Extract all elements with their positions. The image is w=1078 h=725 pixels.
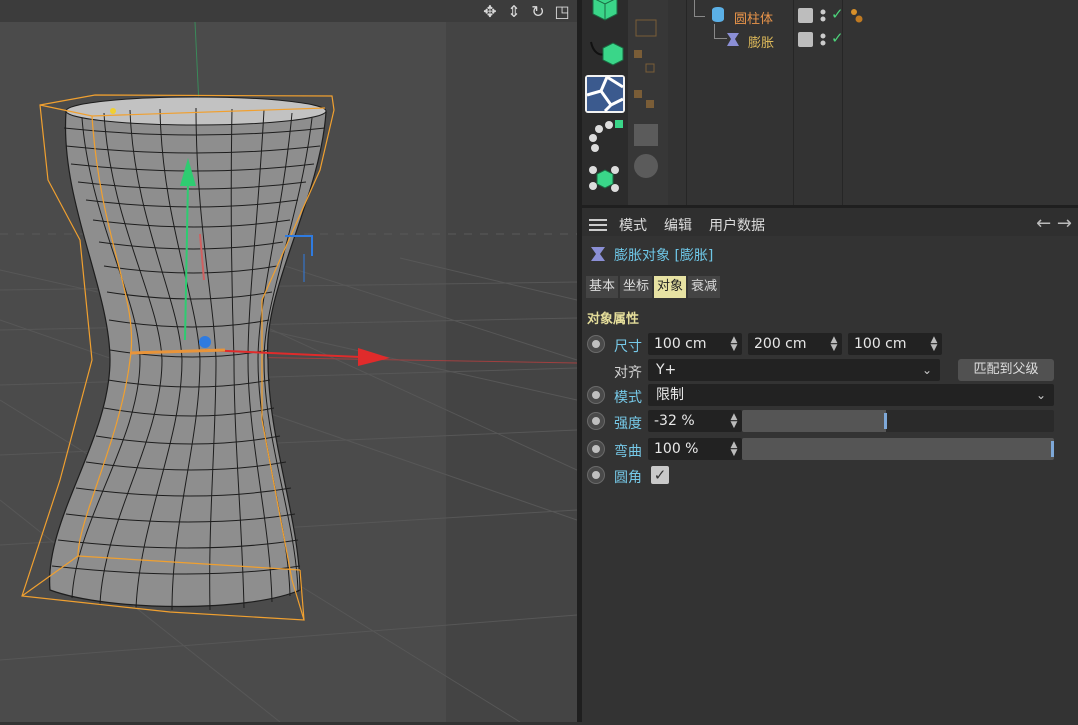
- strength-slider[interactable]: [742, 410, 1054, 432]
- stepper-icon: ▲ ▼: [730, 440, 738, 458]
- spline-cube-icon[interactable]: [585, 32, 625, 70]
- bulge-handle[interactable]: [110, 108, 116, 114]
- strength-slider-knob[interactable]: [884, 413, 887, 429]
- stepper-icon: ▲ ▼: [830, 335, 838, 353]
- tab-basic[interactable]: 基本: [586, 276, 619, 298]
- mode-select[interactable]: 限制 ⌄: [648, 384, 1054, 406]
- viewport-nav-icons: ✥ ⇕ ↻ ◳: [481, 0, 571, 22]
- command-palette: [582, 0, 628, 205]
- animate-radio[interactable]: [588, 467, 604, 483]
- strength-label: 强度: [614, 416, 642, 432]
- bulge-deformer-icon: [726, 32, 740, 47]
- chevron-down-icon: ⌄: [1035, 388, 1046, 402]
- attribute-menu-bar: 模式 编辑 用户数据 ← →: [582, 208, 1078, 236]
- strength-field[interactable]: -32 % ▲ ▼: [648, 410, 742, 432]
- attribute-manager: 模式 编辑 用户数据 ← → 膨胀对象 [膨胀] 基本 坐标 对象 衰减 对象属…: [582, 205, 1078, 725]
- menu-user-data[interactable]: 用户数据: [709, 215, 765, 235]
- fillet-checkbox[interactable]: ✓: [651, 466, 669, 484]
- align-label: 对齐: [614, 365, 642, 381]
- align-row: 对齐 Y+ ⌄ 匹配到父级: [586, 358, 1074, 382]
- section-title: 对象属性: [587, 312, 640, 327]
- nav-back-forward-icon[interactable]: ← →: [1036, 213, 1072, 234]
- object-row-cylinder[interactable]: 圆柱体 ✓: [688, 0, 1078, 28]
- checkmark-icon: ✓: [653, 466, 667, 484]
- stepper-icon: ▲ ▼: [930, 335, 938, 353]
- cloner-grid-icon[interactable]: [585, 160, 625, 198]
- tab-object[interactable]: 对象: [654, 276, 687, 298]
- animate-radio[interactable]: [588, 413, 604, 429]
- object-manager: 圆柱体 ✓ 膨胀 ✓: [582, 0, 1078, 205]
- attribute-tabs: 基本 坐标 对象 衰减: [586, 276, 721, 298]
- object-title: 膨胀对象 [膨胀]: [590, 245, 713, 265]
- curvature-slider[interactable]: [742, 438, 1054, 460]
- bulge-deformer-icon: [590, 246, 606, 266]
- align-select[interactable]: Y+ ⌄: [648, 359, 940, 381]
- move-view-icon[interactable]: ✥: [481, 2, 499, 21]
- hamburger-menu-icon[interactable]: [589, 217, 607, 231]
- secondary-palette: [628, 0, 668, 205]
- render-dots-icon[interactable]: [819, 8, 831, 23]
- viewport-scene: [0, 21, 577, 722]
- curvature-row: 弯曲 100 % ▲ ▼: [586, 437, 1074, 461]
- object-name: 圆柱体: [734, 12, 774, 27]
- curvature-slider-fill: [742, 438, 1054, 460]
- size-x-field[interactable]: 100 cm ▲ ▼: [648, 333, 742, 355]
- match-parent-button[interactable]: 匹配到父级: [958, 359, 1054, 381]
- edit-visibility-icon[interactable]: [798, 32, 813, 47]
- 3d-viewport[interactable]: ✥ ⇕ ↻ ◳: [0, 0, 577, 722]
- animate-radio[interactable]: [588, 387, 604, 403]
- size-y-field[interactable]: 200 cm ▲ ▼: [748, 333, 842, 355]
- tab-coordinates[interactable]: 坐标: [620, 276, 653, 298]
- edit-visibility-icon[interactable]: [798, 8, 813, 23]
- menu-edit[interactable]: 编辑: [664, 215, 692, 235]
- render-dots-icon[interactable]: [819, 32, 831, 47]
- rotate-view-icon[interactable]: ↻: [529, 2, 547, 21]
- object-row-bulge[interactable]: 膨胀 ✓: [688, 24, 1078, 52]
- cylinder-icon: [712, 7, 724, 22]
- stepper-icon: ▲ ▼: [730, 412, 738, 430]
- size-row: 尺寸 100 cm ▲ ▼ 200 cm ▲ ▼ 100 cm ▲ ▼: [586, 332, 1074, 356]
- animate-radio[interactable]: [588, 336, 604, 352]
- mode-label: 模式: [614, 390, 642, 406]
- strength-row: 强度 -32 % ▲ ▼: [586, 409, 1074, 433]
- size-label: 尺寸: [614, 339, 642, 355]
- fillet-row: 圆角 ✓: [586, 463, 1074, 487]
- layout-icon[interactable]: ◳: [553, 2, 571, 21]
- menu-mode[interactable]: 模式: [619, 215, 647, 235]
- enabled-check-icon[interactable]: ✓: [831, 29, 844, 47]
- mode-row: 模式 限制 ⌄: [586, 383, 1074, 407]
- curvature-slider-knob[interactable]: [1051, 441, 1054, 457]
- fillet-label: 圆角: [614, 470, 642, 486]
- curvature-label: 弯曲: [614, 444, 642, 460]
- cube-primitive-icon[interactable]: [585, 0, 625, 26]
- size-z-field[interactable]: 100 cm ▲ ▼: [848, 333, 942, 355]
- stepper-icon: ▲ ▼: [730, 335, 738, 353]
- voronoi-fracture-icon[interactable]: [585, 75, 625, 113]
- animate-radio[interactable]: [588, 441, 604, 457]
- material-tag-icon[interactable]: [848, 6, 868, 26]
- strength-slider-fill: [742, 410, 886, 432]
- object-name: 膨胀: [748, 36, 775, 51]
- dolly-icon[interactable]: ⇕: [505, 2, 523, 21]
- curvature-field[interactable]: 100 % ▲ ▼: [648, 438, 742, 460]
- enabled-check-icon[interactable]: ✓: [831, 5, 844, 23]
- cloner-chain-icon[interactable]: [585, 118, 625, 156]
- chevron-down-icon: ⌄: [921, 363, 932, 377]
- tab-falloff[interactable]: 衰减: [688, 276, 721, 298]
